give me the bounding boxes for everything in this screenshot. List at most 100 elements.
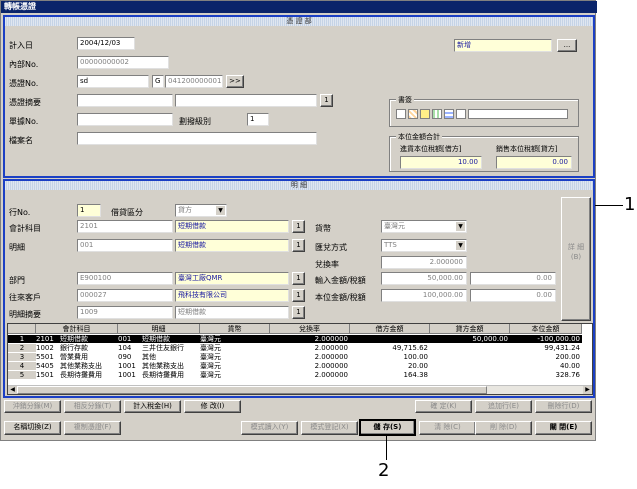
- grid-cell-base: -100,000.00: [537, 335, 580, 343]
- add-line-button[interactable]: 追加行(E): [475, 400, 532, 413]
- bookmark-orange[interactable]: [408, 109, 418, 119]
- internal-no-field: 00000000002: [77, 56, 169, 69]
- partner-pick-button[interactable]: 1: [292, 289, 305, 302]
- summary-field-2[interactable]: [175, 94, 317, 107]
- detail-view-button[interactable]: 詳 細 (B): [561, 197, 591, 321]
- bookmark-white[interactable]: [396, 109, 406, 119]
- line-no-label: 行No.: [9, 208, 31, 217]
- bookmark-extra[interactable]: [468, 109, 568, 119]
- doc-no-label: 單據No.: [9, 117, 39, 126]
- save-button[interactable]: 儲 存(S): [359, 419, 416, 436]
- grid-cell-det-name: 其他: [142, 353, 156, 361]
- reverse-entry-button[interactable]: 相反分錄(T): [64, 400, 121, 413]
- line-no-field[interactable]: 1: [77, 204, 101, 217]
- table-row[interactable]: 1 2101 短期借款 001 短期借款 臺灣元 2.000000 50,000.00 -100…: [8, 335, 582, 343]
- grid-col-header[interactable]: 本位金額: [510, 324, 582, 334]
- scroll-left-arrow-icon[interactable]: ◀: [8, 386, 17, 394]
- status-more-button[interactable]: ...: [557, 39, 577, 52]
- grid-cell-no: 3: [8, 353, 36, 361]
- rate-label: 兌換率: [315, 260, 339, 269]
- voucher-type-field[interactable]: G: [152, 75, 164, 88]
- modify-button[interactable]: 修 改(I): [184, 400, 241, 413]
- header-panel-title: 憑 證 部: [5, 17, 593, 26]
- bookmark-green[interactable]: [432, 109, 442, 119]
- delete-line-button[interactable]: 刪除行(D): [535, 400, 592, 413]
- input-tax-field[interactable]: 0.00: [470, 272, 556, 285]
- confirm-button[interactable]: 確 定(K): [415, 400, 472, 413]
- grid-cell-base: 328.76: [555, 371, 581, 379]
- detail-pick-button[interactable]: 1: [292, 239, 305, 252]
- rate-field[interactable]: 2.000000: [381, 256, 467, 269]
- line-summary-name-field[interactable]: 短期借款: [175, 306, 289, 319]
- account-code-field[interactable]: 2101: [77, 220, 173, 233]
- close-button[interactable]: 關 閉(E): [535, 421, 592, 435]
- filename-field[interactable]: [77, 132, 317, 145]
- detail-code-field[interactable]: 001: [77, 239, 173, 252]
- calc-tax-button[interactable]: 計入稅金(H): [124, 400, 181, 413]
- scroll-thumb[interactable]: [17, 386, 487, 394]
- bookmark-gray[interactable]: [456, 109, 466, 119]
- table-row[interactable]: 2 1002 銀行存款 104 三井住友銀行 臺灣元 2.000000 49,715.62 99…: [8, 344, 582, 352]
- partner-code-field[interactable]: 000027: [77, 289, 173, 302]
- table-row[interactable]: 5 1501 長期待攤費用 1001 長期待攤費用 臺灣元 2.000000 164.38 32…: [8, 371, 582, 379]
- delete-button[interactable]: 削 除(D): [475, 421, 532, 435]
- grid-cell-det: 104: [118, 344, 132, 352]
- bookmark-yellow[interactable]: [420, 109, 430, 119]
- callout-line-1: [595, 205, 623, 206]
- grid-cell-debit: 49,715.62: [392, 344, 428, 352]
- grid-hscrollbar[interactable]: ◀ ▶: [8, 385, 592, 394]
- detail-panel: 明 細 行No. 1 借貸區分 貸方 ▼ 會計科目 2101 短期借款 1 明細 …: [3, 179, 595, 398]
- template-import-button[interactable]: 模式讀入(Y): [241, 421, 298, 435]
- grid-col-header[interactable]: 借方金額: [350, 324, 430, 334]
- copy-voucher-button[interactable]: 複制憑證(F): [64, 421, 121, 435]
- grid-col-header[interactable]: [8, 324, 36, 334]
- account-pick-button[interactable]: 1: [292, 220, 305, 233]
- bookmark-blue[interactable]: [444, 109, 454, 119]
- revise-level-label: 劃撥級別: [179, 117, 211, 126]
- dept-pick-button[interactable]: 1: [292, 272, 305, 285]
- summary-label: 憑證摘要: [9, 98, 41, 107]
- doc-no-field[interactable]: [77, 113, 173, 126]
- rate-method-select[interactable]: TTS ▼: [381, 239, 467, 252]
- entry-date-field[interactable]: 2004/12/03: [77, 37, 135, 50]
- grid-cell-det: 001: [118, 335, 132, 343]
- grid-cell-debit: 100.00: [403, 353, 429, 361]
- table-row[interactable]: 3 5501 營業費用 090 其他 臺灣元 2.000000 100.00 200.00: [8, 353, 582, 361]
- template-register-button[interactable]: 模式登記(X): [301, 421, 358, 435]
- grid-cell-cur: 臺灣元: [200, 362, 221, 370]
- currency-label: 貨幣: [315, 224, 331, 233]
- grid-col-header[interactable]: 會計科目: [36, 324, 118, 334]
- callout-line-2: [386, 434, 387, 460]
- grid-cell-acct: 2101: [36, 335, 54, 343]
- grid-cell-rate: 2.000000: [314, 344, 348, 352]
- grid-cell-cur: 臺灣元: [200, 344, 221, 352]
- voucher-next-button[interactable]: >>: [226, 75, 244, 88]
- grid-cell-rate: 2.000000: [314, 371, 348, 379]
- grid-col-header[interactable]: 明細: [118, 324, 200, 334]
- dc-select[interactable]: 貸方 ▼: [175, 204, 227, 217]
- input-amount-field[interactable]: 50,000.00: [381, 272, 467, 285]
- line-summary-code-field[interactable]: 1009: [77, 306, 173, 319]
- table-row[interactable]: 4 5405 其他業務支出 1001 其他業務支出 臺灣元 2.000000 20.00 40.…: [8, 362, 582, 370]
- grid-col-header[interactable]: 兌換率: [270, 324, 350, 334]
- entry-date-label: 計入日: [9, 41, 33, 50]
- currency-select[interactable]: 臺灣元 ▼: [381, 220, 467, 233]
- account-label: 會計科目: [9, 224, 41, 233]
- journal-lines-grid[interactable]: 會計科目 明細 貨幣 兌換率 借方金額 貸方金額 本位金額 1 2101 短期借款 001 短期借款…: [7, 323, 593, 395]
- grid-col-header[interactable]: 貨幣: [200, 324, 270, 334]
- voucher-no-field[interactable]: sd: [77, 75, 149, 88]
- revise-level-field[interactable]: 1: [247, 113, 269, 126]
- name-switch-button[interactable]: 名稱切換(Z): [4, 421, 61, 435]
- offset-entry-button[interactable]: 沖銷分錄(M): [4, 400, 61, 413]
- grid-cell-det-name: 三井住友銀行: [142, 344, 184, 352]
- dept-code-field[interactable]: E900100: [77, 272, 173, 285]
- grid-cell-det: 1001: [118, 362, 136, 370]
- grid-col-header[interactable]: 貸方金額: [430, 324, 510, 334]
- clear-button[interactable]: 清 除(C): [419, 421, 476, 435]
- credit-total-field: 0.00: [496, 156, 572, 169]
- partner-name-field: 飛科技有限公司: [175, 289, 289, 302]
- summary-pick-button[interactable]: 1: [320, 94, 333, 107]
- scroll-right-arrow-icon[interactable]: ▶: [583, 386, 592, 394]
- line-summary-pick-button[interactable]: 1: [292, 306, 305, 319]
- summary-field-1[interactable]: [77, 94, 173, 107]
